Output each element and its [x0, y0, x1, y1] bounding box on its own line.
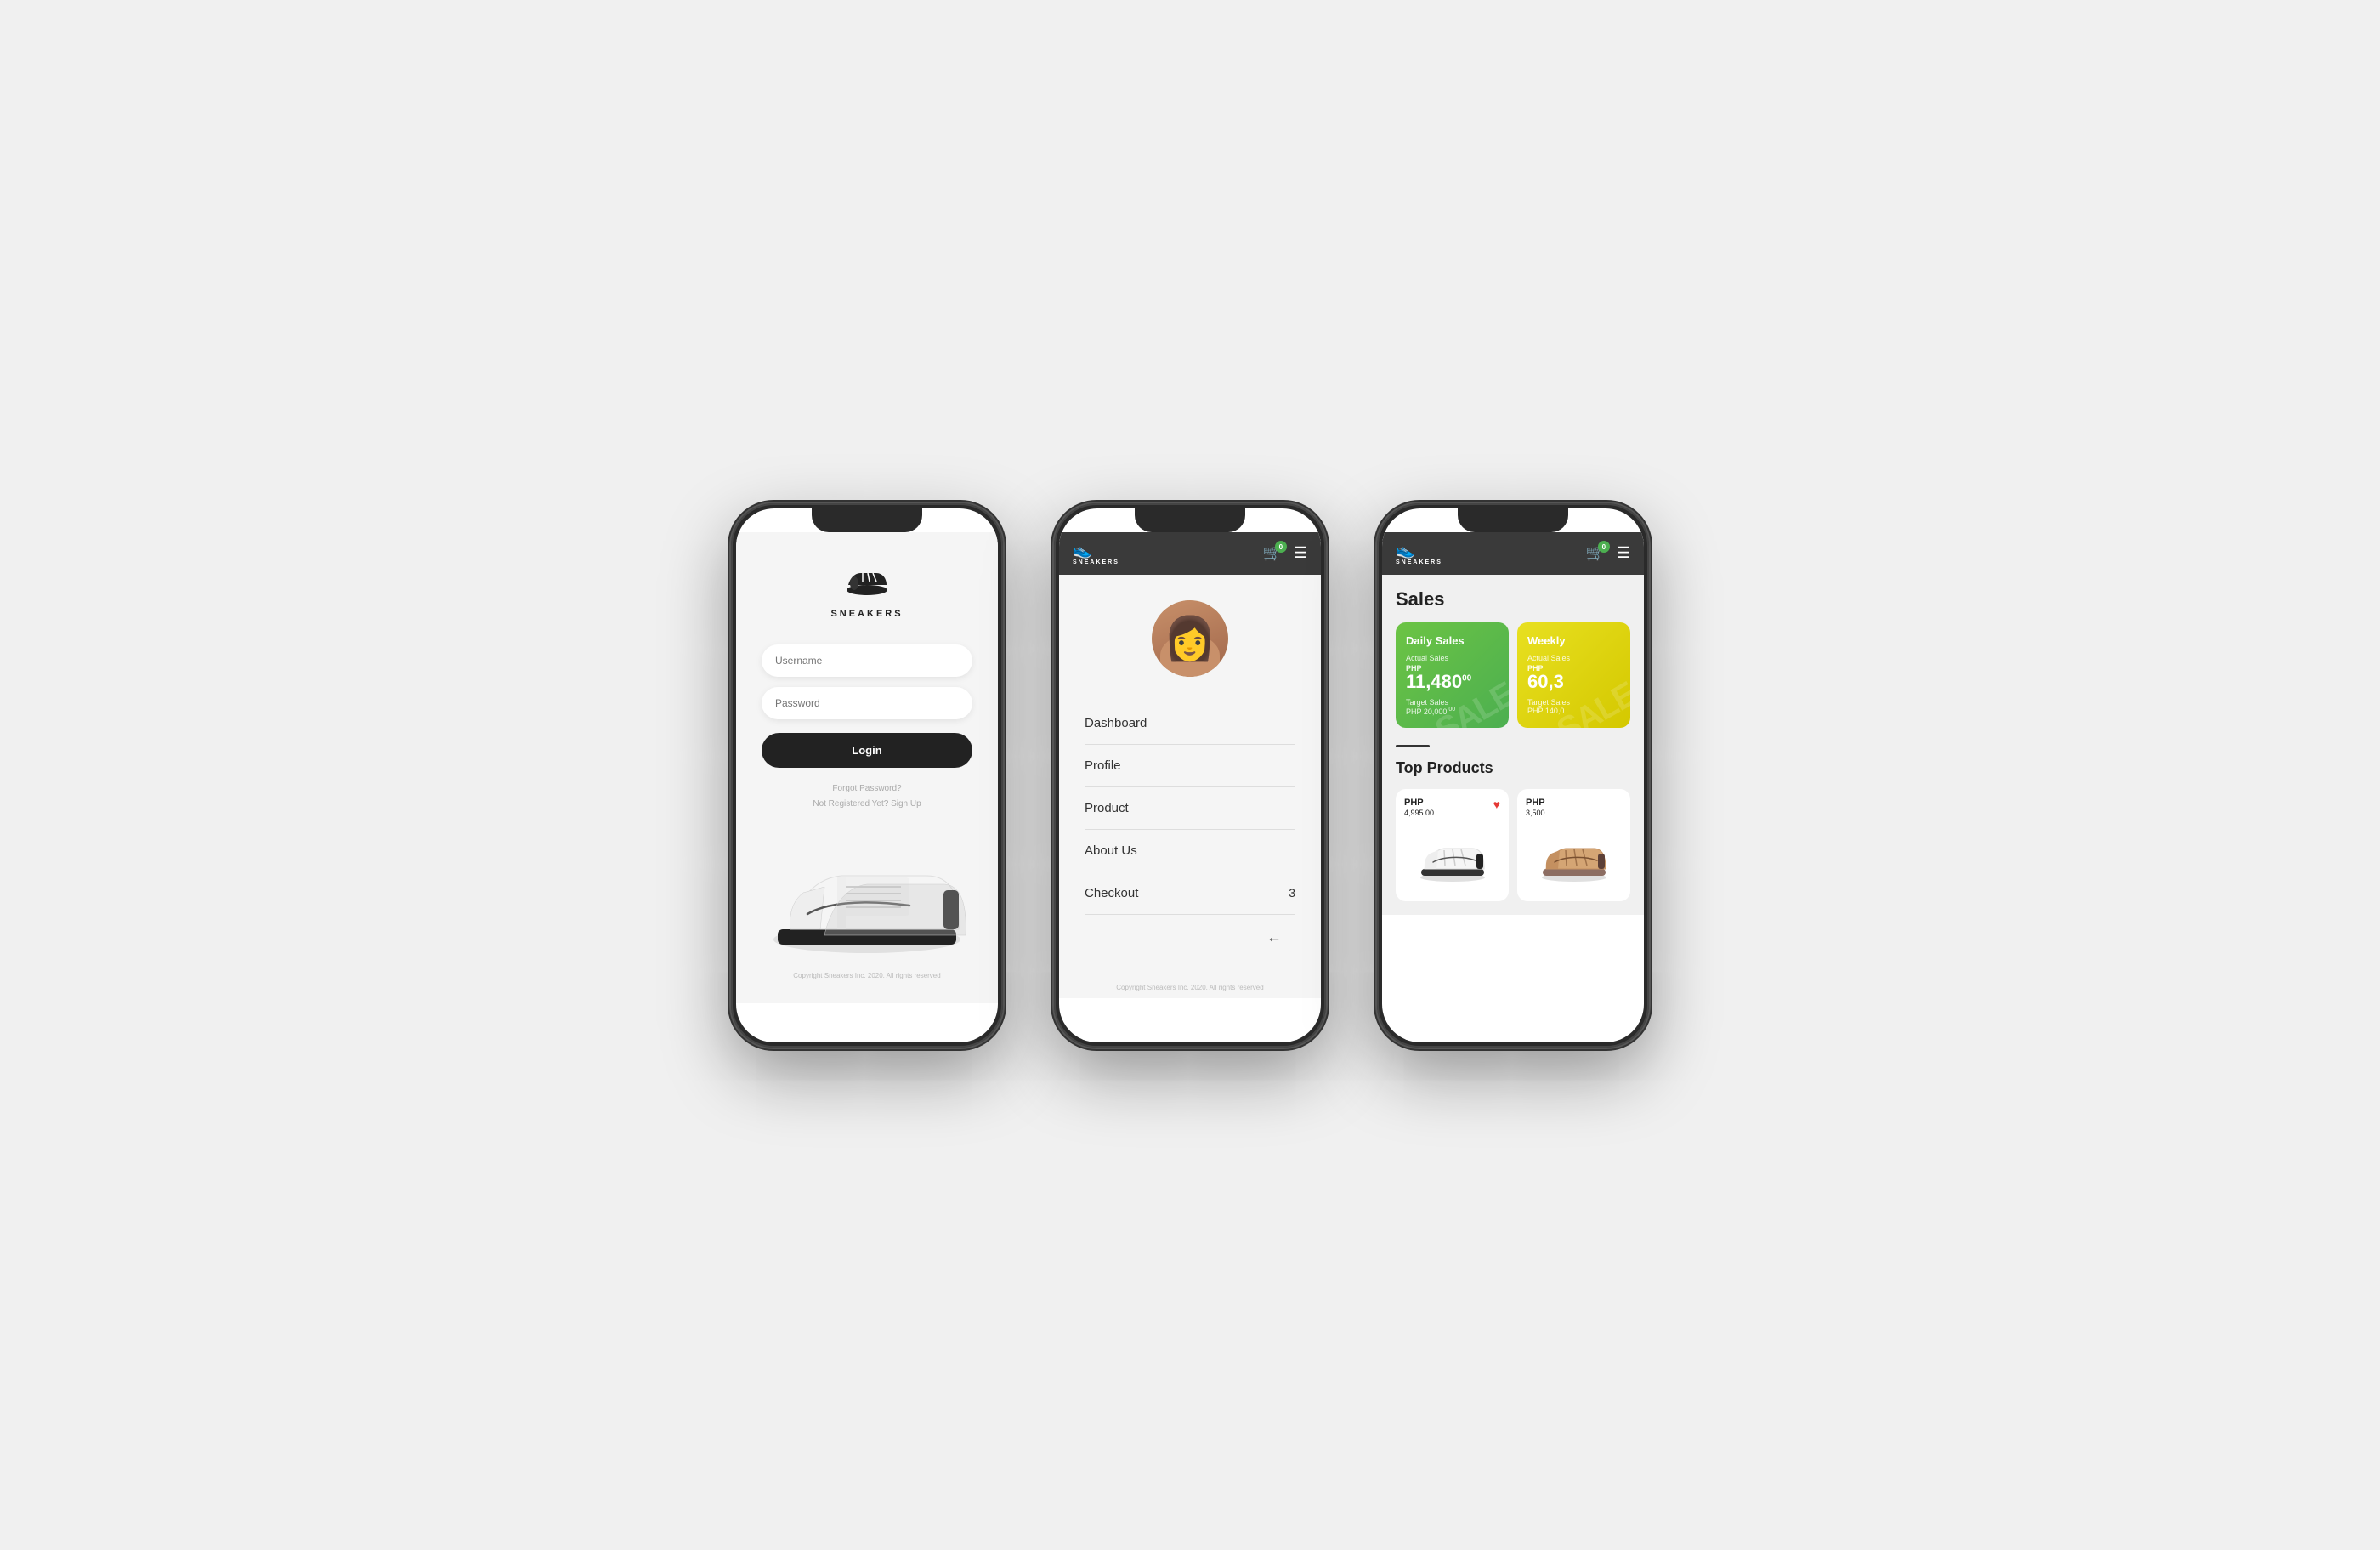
menu-item-dashboard[interactable]: Dashboard [1085, 702, 1295, 745]
dash-header-logo: 👟 SNEAKERS [1396, 542, 1442, 565]
daily-target-label: Target Sales [1406, 698, 1448, 707]
phone-login-inner: SNEAKERS Login Forgot Password? Not Regi… [736, 508, 998, 1042]
weekly-actual-label: Actual Sales [1527, 654, 1620, 662]
top-products-title: Top Products [1396, 759, 1630, 777]
product-card-2[interactable]: PHP3,500. [1517, 789, 1630, 901]
notch-2 [1135, 508, 1245, 532]
product-label: Product [1085, 801, 1129, 815]
menu-body: Dashboard Profile Product About Us [1059, 575, 1321, 977]
heart-icon-1[interactable]: ♥ [1493, 798, 1500, 811]
phone-menu-inner: 👟 SNEAKERS 🛒 0 ☰ [1059, 508, 1321, 1042]
dash-sneaker-icon: 👟 [1396, 542, 1414, 559]
weekly-target-label: Target Sales [1527, 698, 1570, 707]
login-copyright: Copyright Sneakers Inc. 2020. All rights… [786, 965, 947, 986]
phone-dashboard: 👟 SNEAKERS 🛒 0 ☰ Sales [1377, 503, 1649, 1048]
profile-label: Profile [1085, 758, 1121, 773]
products-row: PHP4,995.00 ♥ [1396, 789, 1630, 901]
scene: SNEAKERS Login Forgot Password? Not Regi… [680, 452, 1700, 1099]
menu-copyright: Copyright Sneakers Inc. 2020. All rights… [1059, 977, 1321, 998]
menu-header-logo: 👟 SNEAKERS [1073, 542, 1119, 565]
dashboard-screen: 👟 SNEAKERS 🛒 0 ☰ Sales [1382, 532, 1644, 1042]
product-card-1[interactable]: PHP4,995.00 ♥ [1396, 789, 1509, 901]
checkout-badge: 3 [1289, 886, 1295, 900]
forgot-password-link[interactable]: Forgot Password? [813, 781, 921, 797]
dash-header-actions: 🛒 0 ☰ [1585, 544, 1630, 562]
cart-button[interactable]: 🛒 0 [1262, 544, 1281, 562]
phone-dashboard-inner: 👟 SNEAKERS 🛒 0 ☰ Sales [1382, 508, 1644, 1042]
menu-item-about[interactable]: About Us [1085, 830, 1295, 872]
login-sneaker-image [756, 829, 978, 965]
product-1-amount: 4,995.00 [1404, 809, 1434, 817]
dashboard-label: Dashboard [1085, 716, 1147, 730]
dashboard-content: 👟 SNEAKERS 🛒 0 ☰ Sales [1382, 532, 1644, 915]
dash-logo-text: SNEAKERS [1396, 559, 1442, 565]
menu-header: 👟 SNEAKERS 🛒 0 ☰ [1059, 532, 1321, 575]
login-logo: SNEAKERS [830, 566, 903, 619]
menu-content: 👟 SNEAKERS 🛒 0 ☰ [1059, 532, 1321, 998]
username-input[interactable] [762, 644, 972, 677]
product-1-image [1404, 825, 1500, 893]
dashboard-body: Sales Daily Sales Actual Sales PHP 11,48… [1382, 575, 1644, 915]
checkout-label: Checkout [1085, 886, 1138, 900]
sales-section-title: Sales [1396, 588, 1630, 610]
menu-item-product[interactable]: Product [1085, 787, 1295, 830]
about-label: About Us [1085, 843, 1137, 858]
notch-3 [1458, 508, 1568, 532]
product-2-price: PHP3,500. [1526, 798, 1622, 818]
daily-sales-title: Daily Sales [1406, 634, 1499, 647]
daily-sales-card: Daily Sales Actual Sales PHP 11,48000 Ta… [1396, 622, 1509, 728]
section-divider [1396, 745, 1430, 747]
weekly-sales-title: Weekly [1527, 634, 1620, 647]
login-screen: SNEAKERS Login Forgot Password? Not Regi… [736, 532, 998, 1042]
login-button[interactable]: Login [762, 733, 972, 768]
login-logo-text: SNEAKERS [830, 609, 903, 619]
back-button[interactable]: ← [1253, 915, 1295, 960]
dash-hamburger-icon[interactable]: ☰ [1617, 544, 1630, 562]
login-links: Forgot Password? Not Registered Yet? Sig… [813, 781, 921, 812]
product-1-price: PHP4,995.00 [1404, 798, 1500, 818]
login-content: SNEAKERS Login Forgot Password? Not Regi… [736, 532, 998, 1003]
login-form: Login [762, 644, 972, 768]
sales-cards: Daily Sales Actual Sales PHP 11,48000 Ta… [1396, 622, 1630, 728]
sign-up-link[interactable]: Not Registered Yet? Sign Up [813, 797, 921, 812]
daily-actual-label: Actual Sales [1406, 654, 1499, 662]
weekly-sales-card: Weekly Actual Sales PHP 60,3 Target Sale… [1517, 622, 1630, 728]
menu-screen: 👟 SNEAKERS 🛒 0 ☰ [1059, 532, 1321, 1042]
user-avatar [1152, 600, 1228, 677]
header-sneaker-icon: 👟 [1073, 542, 1091, 559]
menu-item-profile[interactable]: Profile [1085, 745, 1295, 787]
sneaker-logo-icon [844, 566, 891, 605]
product-2-image [1526, 825, 1622, 893]
menu-nav: Dashboard Profile Product About Us [1085, 702, 1295, 915]
hamburger-menu-icon[interactable]: ☰ [1294, 544, 1307, 562]
password-input[interactable] [762, 687, 972, 719]
phone-menu: 👟 SNEAKERS 🛒 0 ☰ [1054, 503, 1326, 1048]
header-logo-text: SNEAKERS [1073, 559, 1119, 565]
dash-cart-badge: 0 [1598, 541, 1610, 553]
avatar-image [1152, 600, 1228, 677]
cart-badge: 0 [1275, 541, 1287, 553]
phone-login: SNEAKERS Login Forgot Password? Not Regi… [731, 503, 1003, 1048]
notch-1 [812, 508, 922, 532]
menu-item-checkout[interactable]: Checkout 3 [1085, 872, 1295, 915]
dash-header: 👟 SNEAKERS 🛒 0 ☰ [1382, 532, 1644, 575]
header-actions: 🛒 0 ☰ [1262, 544, 1307, 562]
dash-cart-button[interactable]: 🛒 0 [1585, 544, 1604, 562]
product-2-amount: 3,500. [1526, 809, 1547, 817]
